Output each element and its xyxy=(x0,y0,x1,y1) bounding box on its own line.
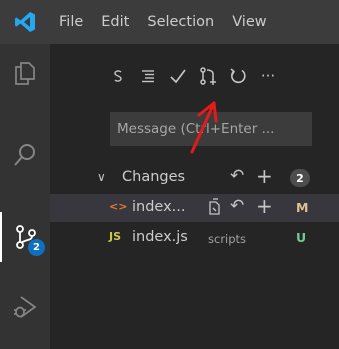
pull-request-icon[interactable] xyxy=(196,64,220,88)
list-icon[interactable] xyxy=(136,64,160,88)
scm-count-badge: 2 xyxy=(28,239,45,256)
html-file-icon: <> xyxy=(109,200,128,213)
stage-all-changes-icon[interactable]: + xyxy=(256,164,273,188)
file-directory: scripts xyxy=(208,232,247,246)
menu-edit[interactable]: Edit xyxy=(92,14,138,30)
run-debug-icon[interactable] xyxy=(0,282,50,332)
changed-file-row[interactable]: JS index.js scripts U xyxy=(50,224,339,252)
file-name: index... xyxy=(132,199,186,215)
changed-file-row[interactable]: <> index... ↶ + M xyxy=(50,194,339,222)
stage-changes-icon[interactable]: + xyxy=(256,194,273,218)
menu-bar: File Edit Selection View xyxy=(50,0,276,44)
changes-label: Changes xyxy=(122,169,186,185)
scm-toolbar: ··· xyxy=(106,64,286,88)
menu-file[interactable]: File xyxy=(50,14,92,30)
menu-selection[interactable]: Selection xyxy=(138,14,223,30)
menu-view[interactable]: View xyxy=(223,14,275,30)
discard-changes-icon[interactable]: ↶ xyxy=(230,196,244,216)
open-file-icon[interactable] xyxy=(206,198,222,221)
commit-message-input[interactable] xyxy=(110,112,312,146)
refresh-icon[interactable] xyxy=(226,64,250,88)
modified-status: M xyxy=(296,200,309,215)
activity-bar: 2 xyxy=(0,44,50,349)
changes-group-header[interactable]: ∨ Changes ↶ + 2 xyxy=(50,164,339,192)
changes-count-badge: 2 xyxy=(290,169,310,187)
chevron-down-icon[interactable]: ∨ xyxy=(97,170,106,184)
commit-check-icon[interactable] xyxy=(166,64,190,88)
title-bar: File Edit Selection View xyxy=(0,0,339,44)
file-name: index.js xyxy=(132,229,188,245)
search-icon[interactable] xyxy=(0,130,50,180)
view-as-tree-icon[interactable] xyxy=(106,64,130,88)
source-control-icon[interactable]: 2 xyxy=(0,212,50,262)
javascript-file-icon: JS xyxy=(109,230,122,243)
files-icon[interactable] xyxy=(0,48,50,98)
discard-all-changes-icon[interactable]: ↶ xyxy=(230,166,244,186)
more-icon[interactable]: ··· xyxy=(256,64,280,88)
untracked-status: U xyxy=(296,230,307,245)
vscode-logo-icon xyxy=(0,0,50,44)
source-control-panel: ··· ∨ Changes ↶ + 2 <> index... ↶ + M JS… xyxy=(50,44,339,349)
